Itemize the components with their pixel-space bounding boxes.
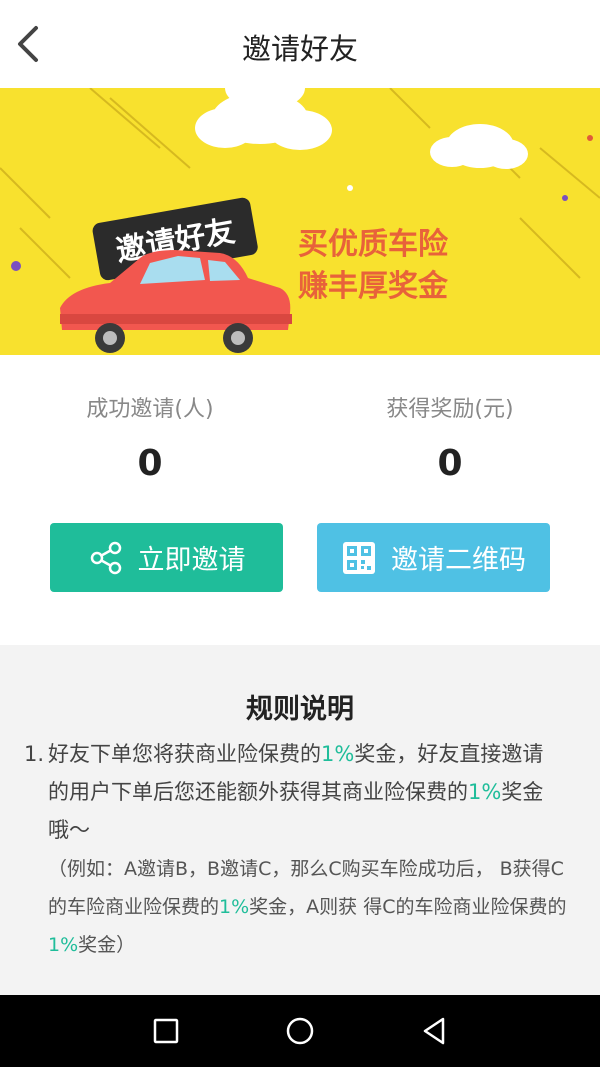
reward-stat: 获得奖励(元) 0 [300,355,600,484]
triangle-back-icon [423,1017,445,1045]
share-icon [90,541,121,574]
rule-item-text: 好友下单您将获商业险保费的1%奖金，好友直接邀请的用户下单后您还能额外获得其商业… [24,735,564,849]
example-text-part: 奖金，A则获 得C的车险商业险保费的 [249,896,567,918]
stats-panel: 成功邀请(人) 0 获得奖励(元) 0 [0,355,600,505]
reward-label: 获得奖励(元) [386,397,514,422]
rule-item-number: 1. [24,742,45,766]
promo-banner: 邀请好友 买优质车险 赚丰厚奖金 [0,88,600,355]
rule-example: （例如：A邀请B，B邀请C，那么C购买车险成功后， B获得C的车险商业险保费的1… [48,850,568,964]
example-percent: 1% [48,934,79,956]
banner-illustration: 邀请好友 买优质车险 赚丰厚奖金 [0,88,600,353]
rule-percent: 1% [468,780,502,804]
rule-percent: 1% [321,742,355,766]
circle-icon [286,1017,314,1045]
banner-slogan-line2: 赚丰厚奖金 [298,269,449,304]
rule-item-1: 1. 好友下单您将获商业险保费的1%奖金，好友直接邀请的用户下单后您还能额外获得… [24,735,564,849]
qrcode-icon [343,541,375,574]
system-nav-bar [0,995,600,1067]
car-illustration [60,250,292,353]
invite-qrcode-label: 邀请二维码 [391,545,526,576]
page-title: 邀请好友 [241,32,358,66]
invite-now-label: 立即邀请 [137,545,246,576]
invite-qrcode-button[interactable]: 邀请二维码 [317,523,550,592]
rules-title: 规则说明 [246,694,354,725]
nav-bar: 邀请好友 [0,0,600,88]
reward-amount: 0 [437,443,463,484]
invited-label: 成功邀请(人) [86,397,214,422]
home-button[interactable] [282,1013,318,1049]
banner-slogan-line1: 买优质车险 [298,227,449,262]
system-back-button[interactable] [416,1013,452,1049]
example-text-part: 奖金） [78,934,136,956]
example-percent: 1% [219,896,250,918]
invited-count: 0 [137,443,163,484]
square-icon [153,1018,179,1044]
rule-text-part: 好友下单您将获商业险保费的 [48,742,321,766]
rules-section: 规则说明 1. 好友下单您将获商业险保费的1%奖金，好友直接邀请的用户下单后您还… [0,645,600,995]
invite-now-button[interactable]: 立即邀请 [50,523,283,592]
recent-apps-button[interactable] [148,1013,184,1049]
invited-stat: 成功邀请(人) 0 [0,355,300,484]
